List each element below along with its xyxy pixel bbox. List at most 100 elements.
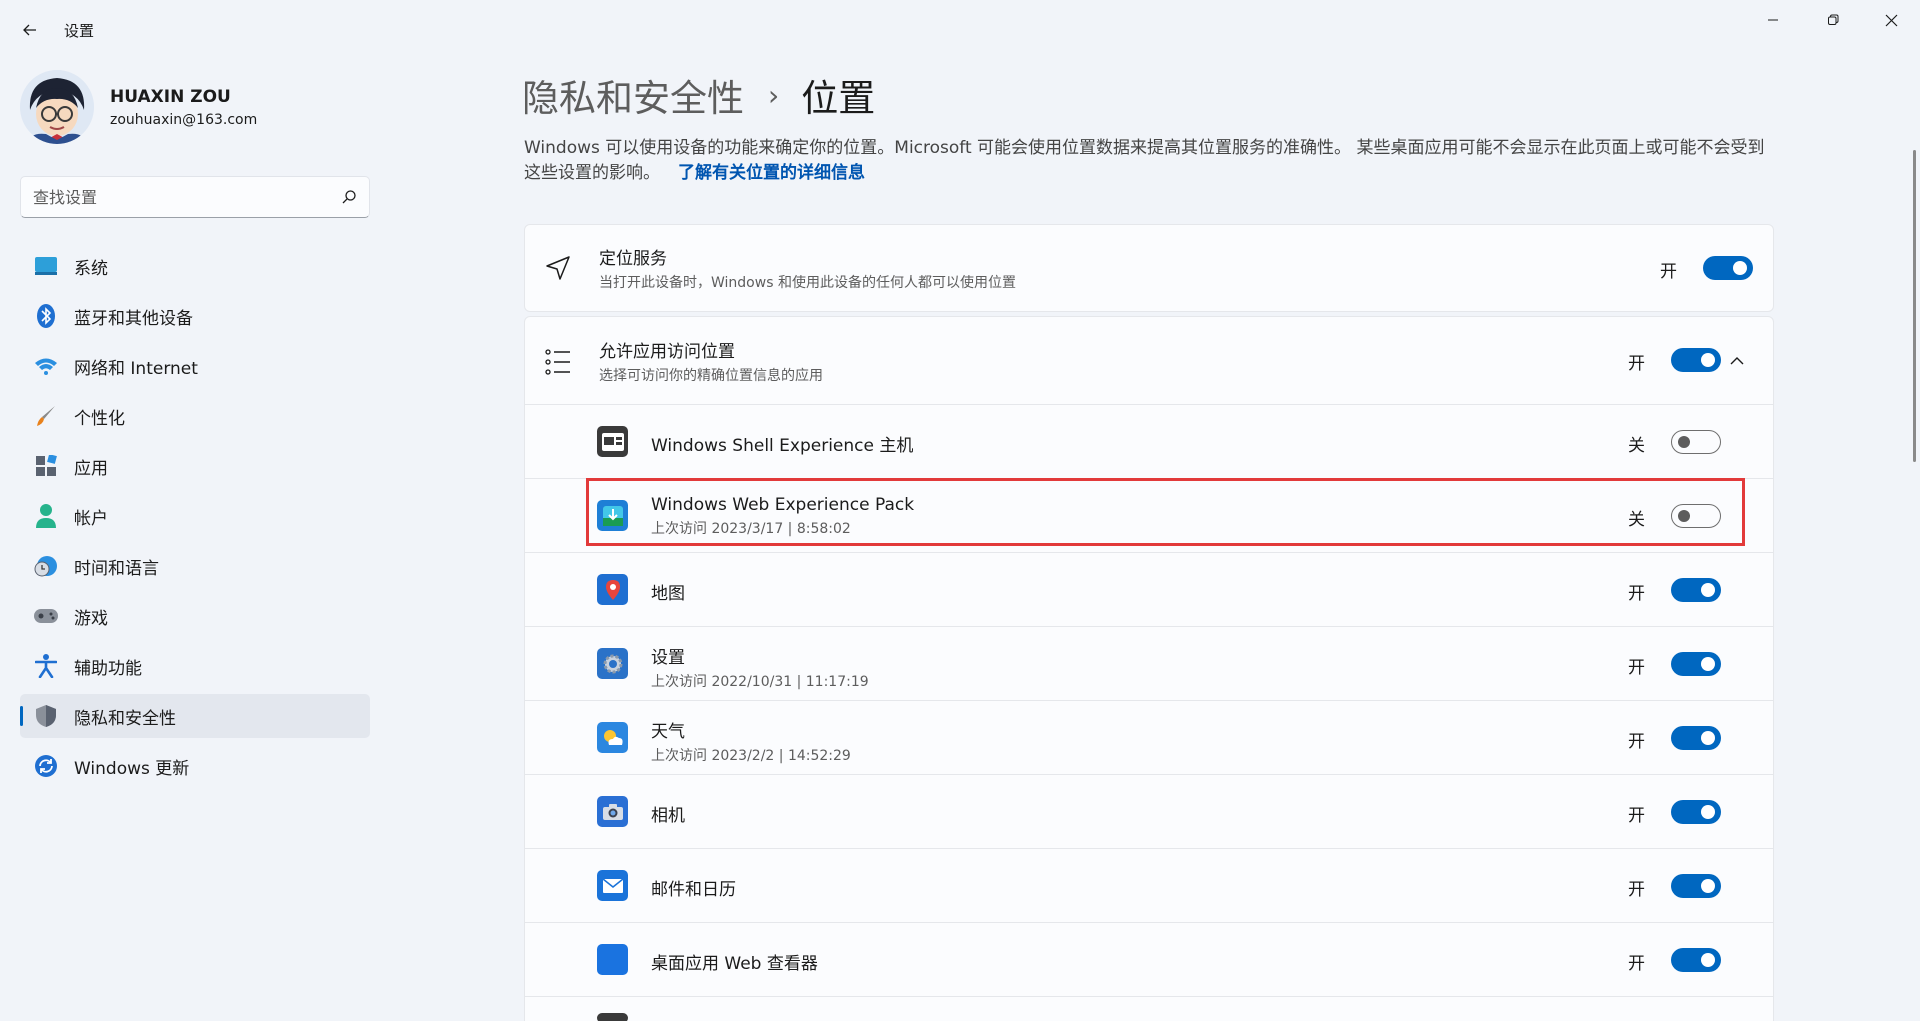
app-text: Windows Web Experience Pack 上次访问 2023/3/… bbox=[651, 495, 914, 538]
app-state: 开 bbox=[1628, 806, 1645, 826]
sidebar-item-label: 辅助功能 bbox=[74, 658, 142, 679]
toggle-knob bbox=[1678, 510, 1690, 522]
toggle-knob bbox=[1678, 436, 1690, 448]
app-toggle-settings[interactable] bbox=[1671, 652, 1721, 676]
page-title: 位置 bbox=[801, 77, 876, 120]
learn-more-link[interactable]: 了解有关位置的详细信息 bbox=[678, 163, 865, 183]
gamepad-icon bbox=[34, 604, 58, 628]
app-text: 设置 上次访问 2022/10/31 | 11:17:19 bbox=[651, 643, 869, 691]
minimize-button[interactable] bbox=[1744, 0, 1802, 40]
sidebar-item-system[interactable]: 系统 bbox=[20, 244, 370, 288]
sidebar-item-label: 隐私和安全性 bbox=[74, 708, 176, 729]
back-arrow-icon bbox=[23, 24, 36, 36]
app-name: 桌面应用 Web 查看器 bbox=[651, 954, 818, 974]
search-input[interactable] bbox=[33, 177, 333, 217]
app-access-text: 允许应用访问位置 选择可访问你的精确位置信息的应用 bbox=[599, 337, 823, 385]
app-state: 开 bbox=[1628, 880, 1645, 900]
app-toggle-web-viewer[interactable] bbox=[1671, 948, 1721, 972]
sidebar-item-label: 系统 bbox=[74, 258, 108, 279]
sidebar-item-windows-update[interactable]: Windows 更新 bbox=[20, 744, 370, 788]
breadcrumb: 隐私和安全性 › 位置 bbox=[522, 68, 875, 122]
wifi-icon bbox=[34, 354, 58, 378]
app-state: 开 bbox=[1628, 658, 1645, 678]
page-description: Windows 可以使用设备的功能来确定你的位置。Microsoft 可能会使用… bbox=[524, 136, 1776, 186]
minimize-icon bbox=[1768, 19, 1778, 21]
app-icon-partial bbox=[597, 1013, 628, 1021]
app-name: 地图 bbox=[651, 584, 685, 604]
app-toggle-maps[interactable] bbox=[1671, 578, 1721, 602]
sidebar-item-privacy-security[interactable]: 隐私和安全性 bbox=[20, 694, 370, 738]
web-viewer-icon bbox=[597, 944, 628, 975]
camera-icon bbox=[597, 796, 628, 827]
app-toggle-weather[interactable] bbox=[1671, 726, 1721, 750]
app-text: 相机 bbox=[651, 801, 685, 826]
app-name: 设置 bbox=[651, 648, 685, 668]
sidebar-item-label: 网络和 Internet bbox=[74, 358, 198, 379]
scrollbar[interactable] bbox=[1913, 150, 1916, 462]
restore-button[interactable] bbox=[1804, 0, 1862, 40]
sidebar-item-personalization[interactable]: 个性化 bbox=[20, 394, 370, 438]
close-button[interactable] bbox=[1862, 0, 1920, 40]
toggle-knob bbox=[1701, 953, 1715, 967]
app-access-toggle[interactable] bbox=[1671, 348, 1721, 372]
location-service-title: 定位服务 bbox=[599, 249, 667, 269]
maps-icon bbox=[597, 574, 628, 605]
system-icon bbox=[34, 254, 58, 278]
toggle-knob bbox=[1701, 657, 1715, 671]
app-state: 关 bbox=[1628, 510, 1645, 530]
location-service-row: 定位服务 当打开此设备时，Windows 和使用此设备的任何人都可以使用位置 开 bbox=[525, 225, 1773, 311]
app-row-shell-experience: Windows Shell Experience 主机 关 bbox=[525, 404, 1773, 478]
app-row-camera: 相机 开 bbox=[525, 774, 1773, 848]
toggle-knob bbox=[1701, 731, 1715, 745]
app-toggle-camera[interactable] bbox=[1671, 800, 1721, 824]
app-last-access: 上次访问 2023/2/2 | 14:52:29 bbox=[651, 748, 851, 764]
app-state: 关 bbox=[1628, 436, 1645, 456]
chevron-up-icon[interactable] bbox=[1729, 353, 1745, 369]
location-service-subtitle: 当打开此设备时，Windows 和使用此设备的任何人都可以使用位置 bbox=[599, 275, 1016, 291]
sidebar-item-time-language[interactable]: 时间和语言 bbox=[20, 544, 370, 588]
accessibility-icon bbox=[34, 654, 58, 678]
app-toggle-mail-calendar[interactable] bbox=[1671, 874, 1721, 898]
list-icon bbox=[545, 349, 570, 375]
app-toggle-shell-experience[interactable] bbox=[1671, 430, 1721, 454]
user-profile[interactable]: HUAXIN ZOU zouhuaxin@163.com bbox=[20, 70, 257, 144]
sidebar-item-bluetooth[interactable]: 蓝牙和其他设备 bbox=[20, 294, 370, 338]
sidebar-item-gaming[interactable]: 游戏 bbox=[20, 594, 370, 638]
app-access-header[interactable]: 允许应用访问位置 选择可访问你的精确位置信息的应用 开 bbox=[525, 317, 1773, 404]
app-last-access: 上次访问 2023/3/17 | 8:58:02 bbox=[651, 521, 851, 537]
sidebar-item-network[interactable]: 网络和 Internet bbox=[20, 344, 370, 388]
search-box[interactable] bbox=[20, 176, 370, 218]
sidebar-item-label: 时间和语言 bbox=[74, 558, 159, 579]
app-row-weather: 天气 上次访问 2023/2/2 | 14:52:29 开 bbox=[525, 700, 1773, 774]
toggle-knob bbox=[1701, 805, 1715, 819]
avatar bbox=[20, 70, 94, 144]
app-row-maps: 地图 开 bbox=[525, 552, 1773, 626]
breadcrumb-separator: › bbox=[768, 78, 780, 112]
app-state: 开 bbox=[1628, 954, 1645, 974]
sidebar-item-accounts[interactable]: 帐户 bbox=[20, 494, 370, 538]
app-toggle-web-experience-pack[interactable] bbox=[1671, 504, 1721, 528]
shield-icon bbox=[34, 704, 58, 728]
app-access-card: 允许应用访问位置 选择可访问你的精确位置信息的应用 开 Windows Shel… bbox=[524, 316, 1774, 1021]
toggle-knob bbox=[1733, 261, 1747, 275]
app-name: Windows Web Experience Pack bbox=[651, 495, 915, 515]
toggle-knob bbox=[1701, 583, 1715, 597]
profile-email: zouhuaxin@163.com bbox=[110, 111, 258, 128]
app-row-mail-calendar: 邮件和日历 开 bbox=[525, 848, 1773, 922]
back-button[interactable] bbox=[14, 14, 46, 46]
profile-name: HUAXIN ZOU bbox=[110, 86, 231, 107]
location-service-toggle[interactable] bbox=[1703, 256, 1753, 280]
location-service-state: 开 bbox=[1660, 262, 1677, 282]
app-name: 相机 bbox=[651, 806, 685, 826]
breadcrumb-parent[interactable]: 隐私和安全性 bbox=[522, 68, 744, 122]
sidebar-item-apps[interactable]: 应用 bbox=[20, 444, 370, 488]
search-icon[interactable] bbox=[341, 189, 357, 205]
close-icon bbox=[1885, 14, 1897, 26]
web-experience-icon bbox=[597, 500, 628, 531]
app-text: 天气 上次访问 2023/2/2 | 14:52:29 bbox=[651, 717, 851, 765]
sidebar-item-accessibility[interactable]: 辅助功能 bbox=[20, 644, 370, 688]
app-access-title: 允许应用访问位置 bbox=[599, 341, 735, 362]
weather-icon bbox=[597, 722, 628, 753]
clock-globe-icon bbox=[34, 554, 58, 578]
update-icon bbox=[34, 754, 58, 778]
